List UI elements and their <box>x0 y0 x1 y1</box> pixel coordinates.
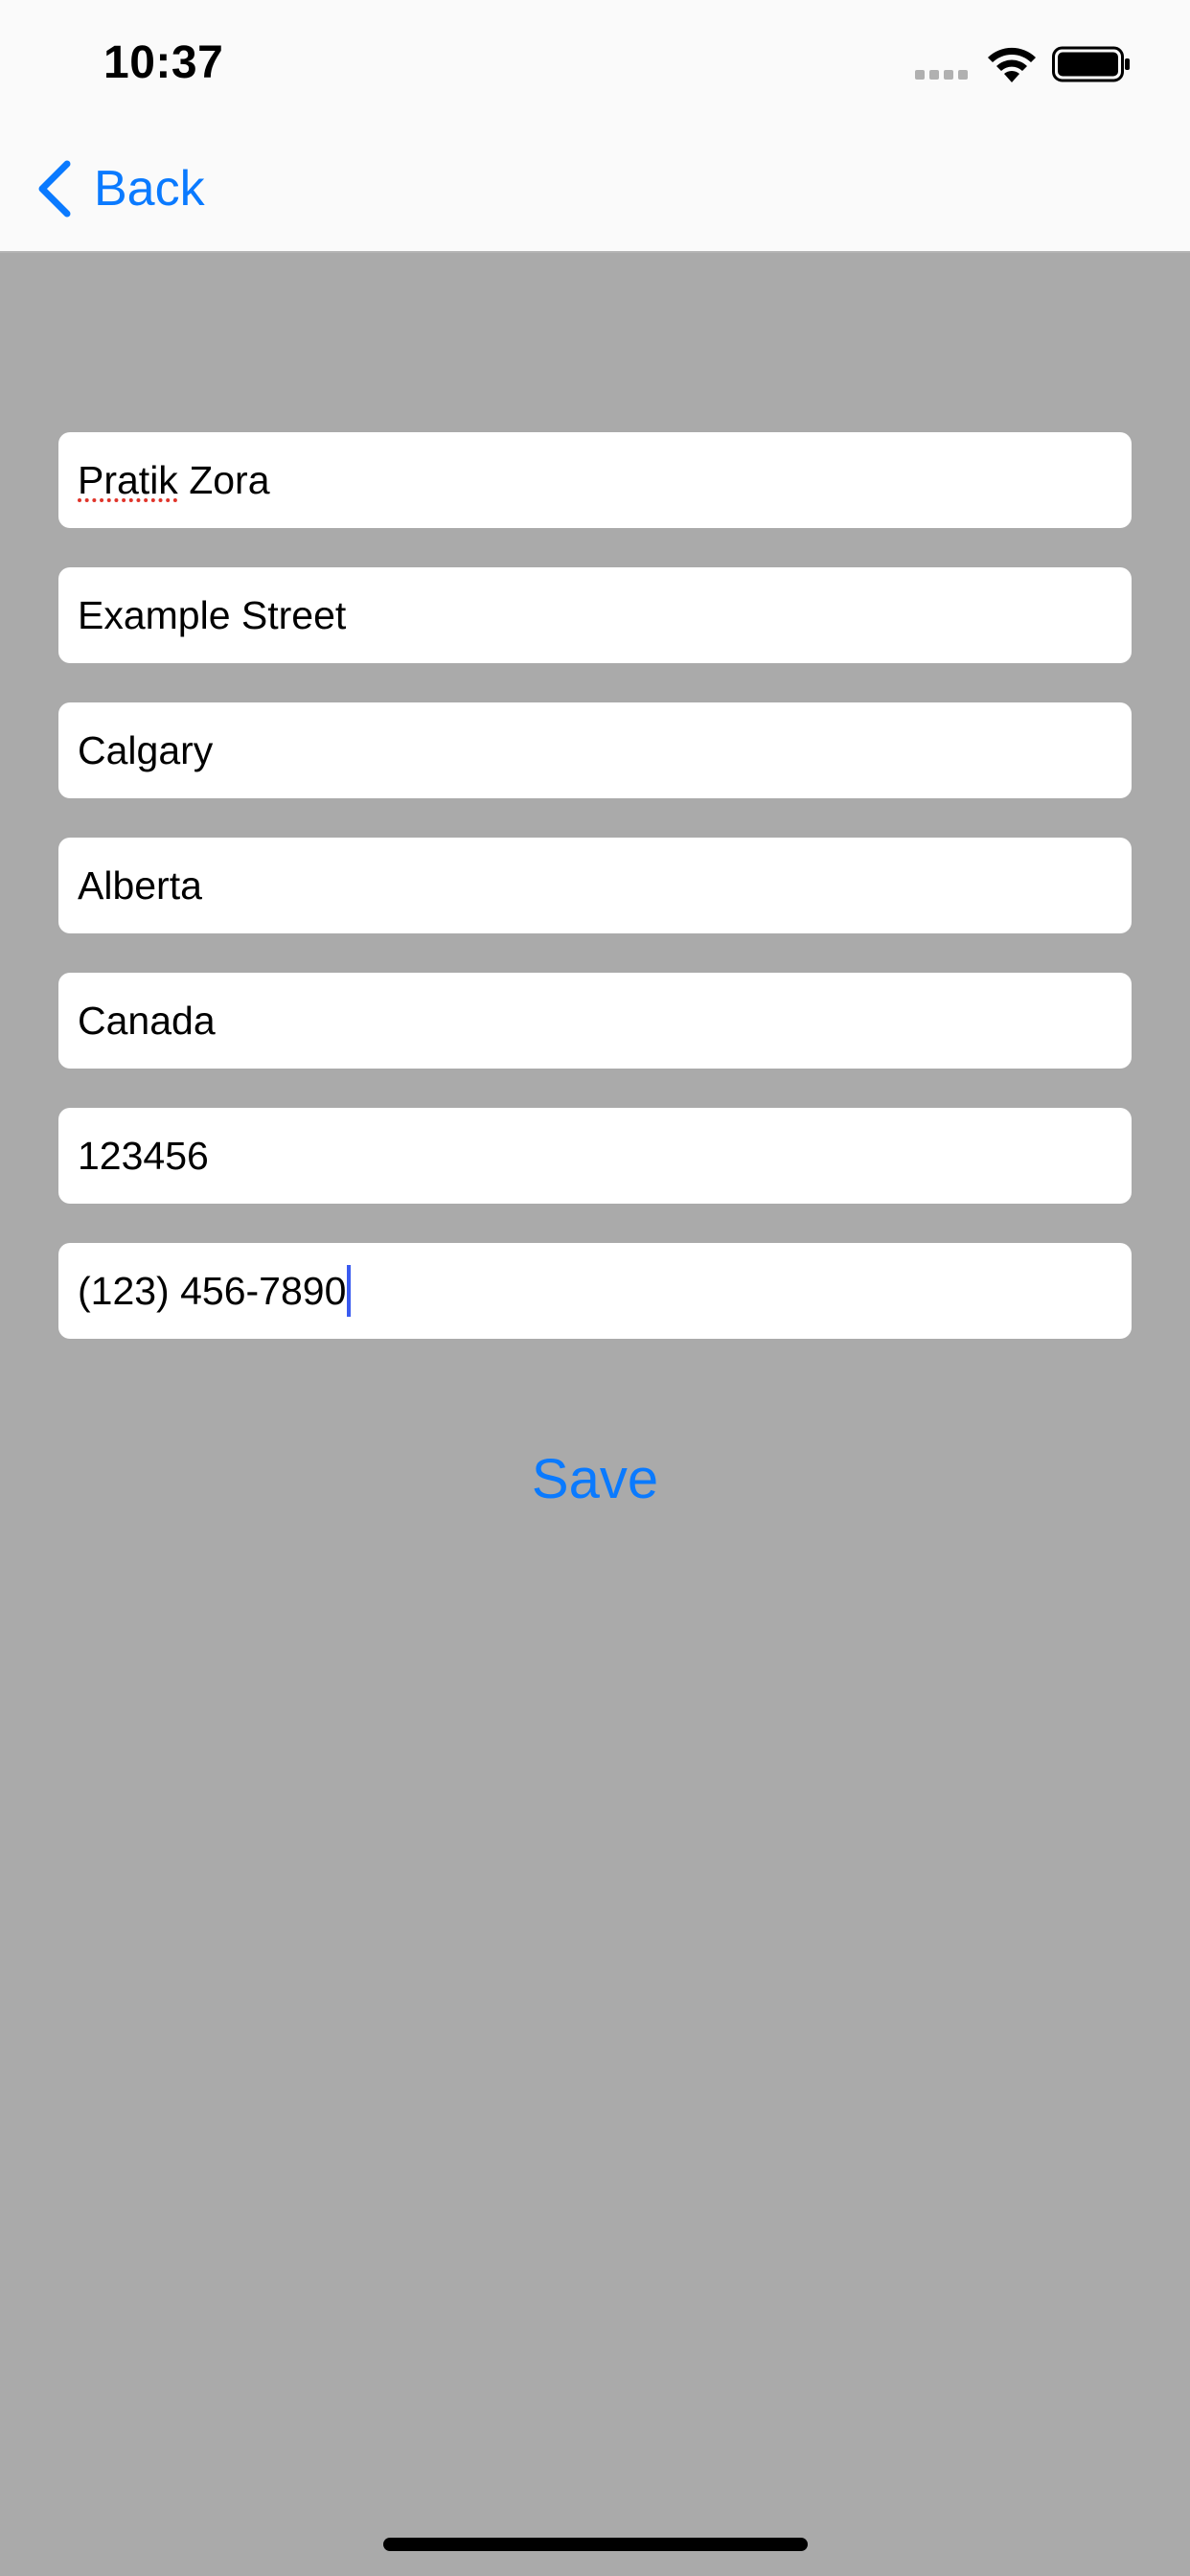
postal-code-field[interactable]: 123456 <box>58 1108 1132 1204</box>
phone-value: (123) 456-7890 <box>78 1268 347 1313</box>
name-field[interactable]: Pratik Zora <box>58 432 1132 528</box>
province-field[interactable]: Alberta <box>58 838 1132 933</box>
phone-field[interactable]: (123) 456-7890 <box>58 1243 1132 1339</box>
city-value: Calgary <box>78 727 214 772</box>
chevron-left-icon <box>38 160 71 218</box>
save-button[interactable]: Save <box>0 1447 1190 1511</box>
name-value: Pratik Zora <box>78 458 270 503</box>
province-value: Alberta <box>78 862 202 908</box>
street-field[interactable]: Example Street <box>58 567 1132 663</box>
country-value: Canada <box>78 998 216 1043</box>
city-field[interactable]: Calgary <box>58 702 1132 798</box>
misspelled-word: Pratik <box>78 457 178 502</box>
wifi-icon <box>988 47 1036 82</box>
postal-code-value: 123456 <box>78 1133 209 1178</box>
back-button[interactable]: Back <box>34 155 205 222</box>
status-time: 10:37 <box>103 37 224 88</box>
navigation-bar: 10:37 Back <box>0 0 1190 253</box>
country-field[interactable]: Canada <box>58 973 1132 1069</box>
street-value: Example Street <box>78 592 347 637</box>
name-rest: Zora <box>177 457 270 502</box>
text-caret <box>347 1265 352 1317</box>
back-label: Back <box>94 161 205 217</box>
battery-icon <box>1052 46 1130 82</box>
cellular-signal-icon <box>915 70 968 80</box>
home-indicator[interactable] <box>383 2538 808 2551</box>
